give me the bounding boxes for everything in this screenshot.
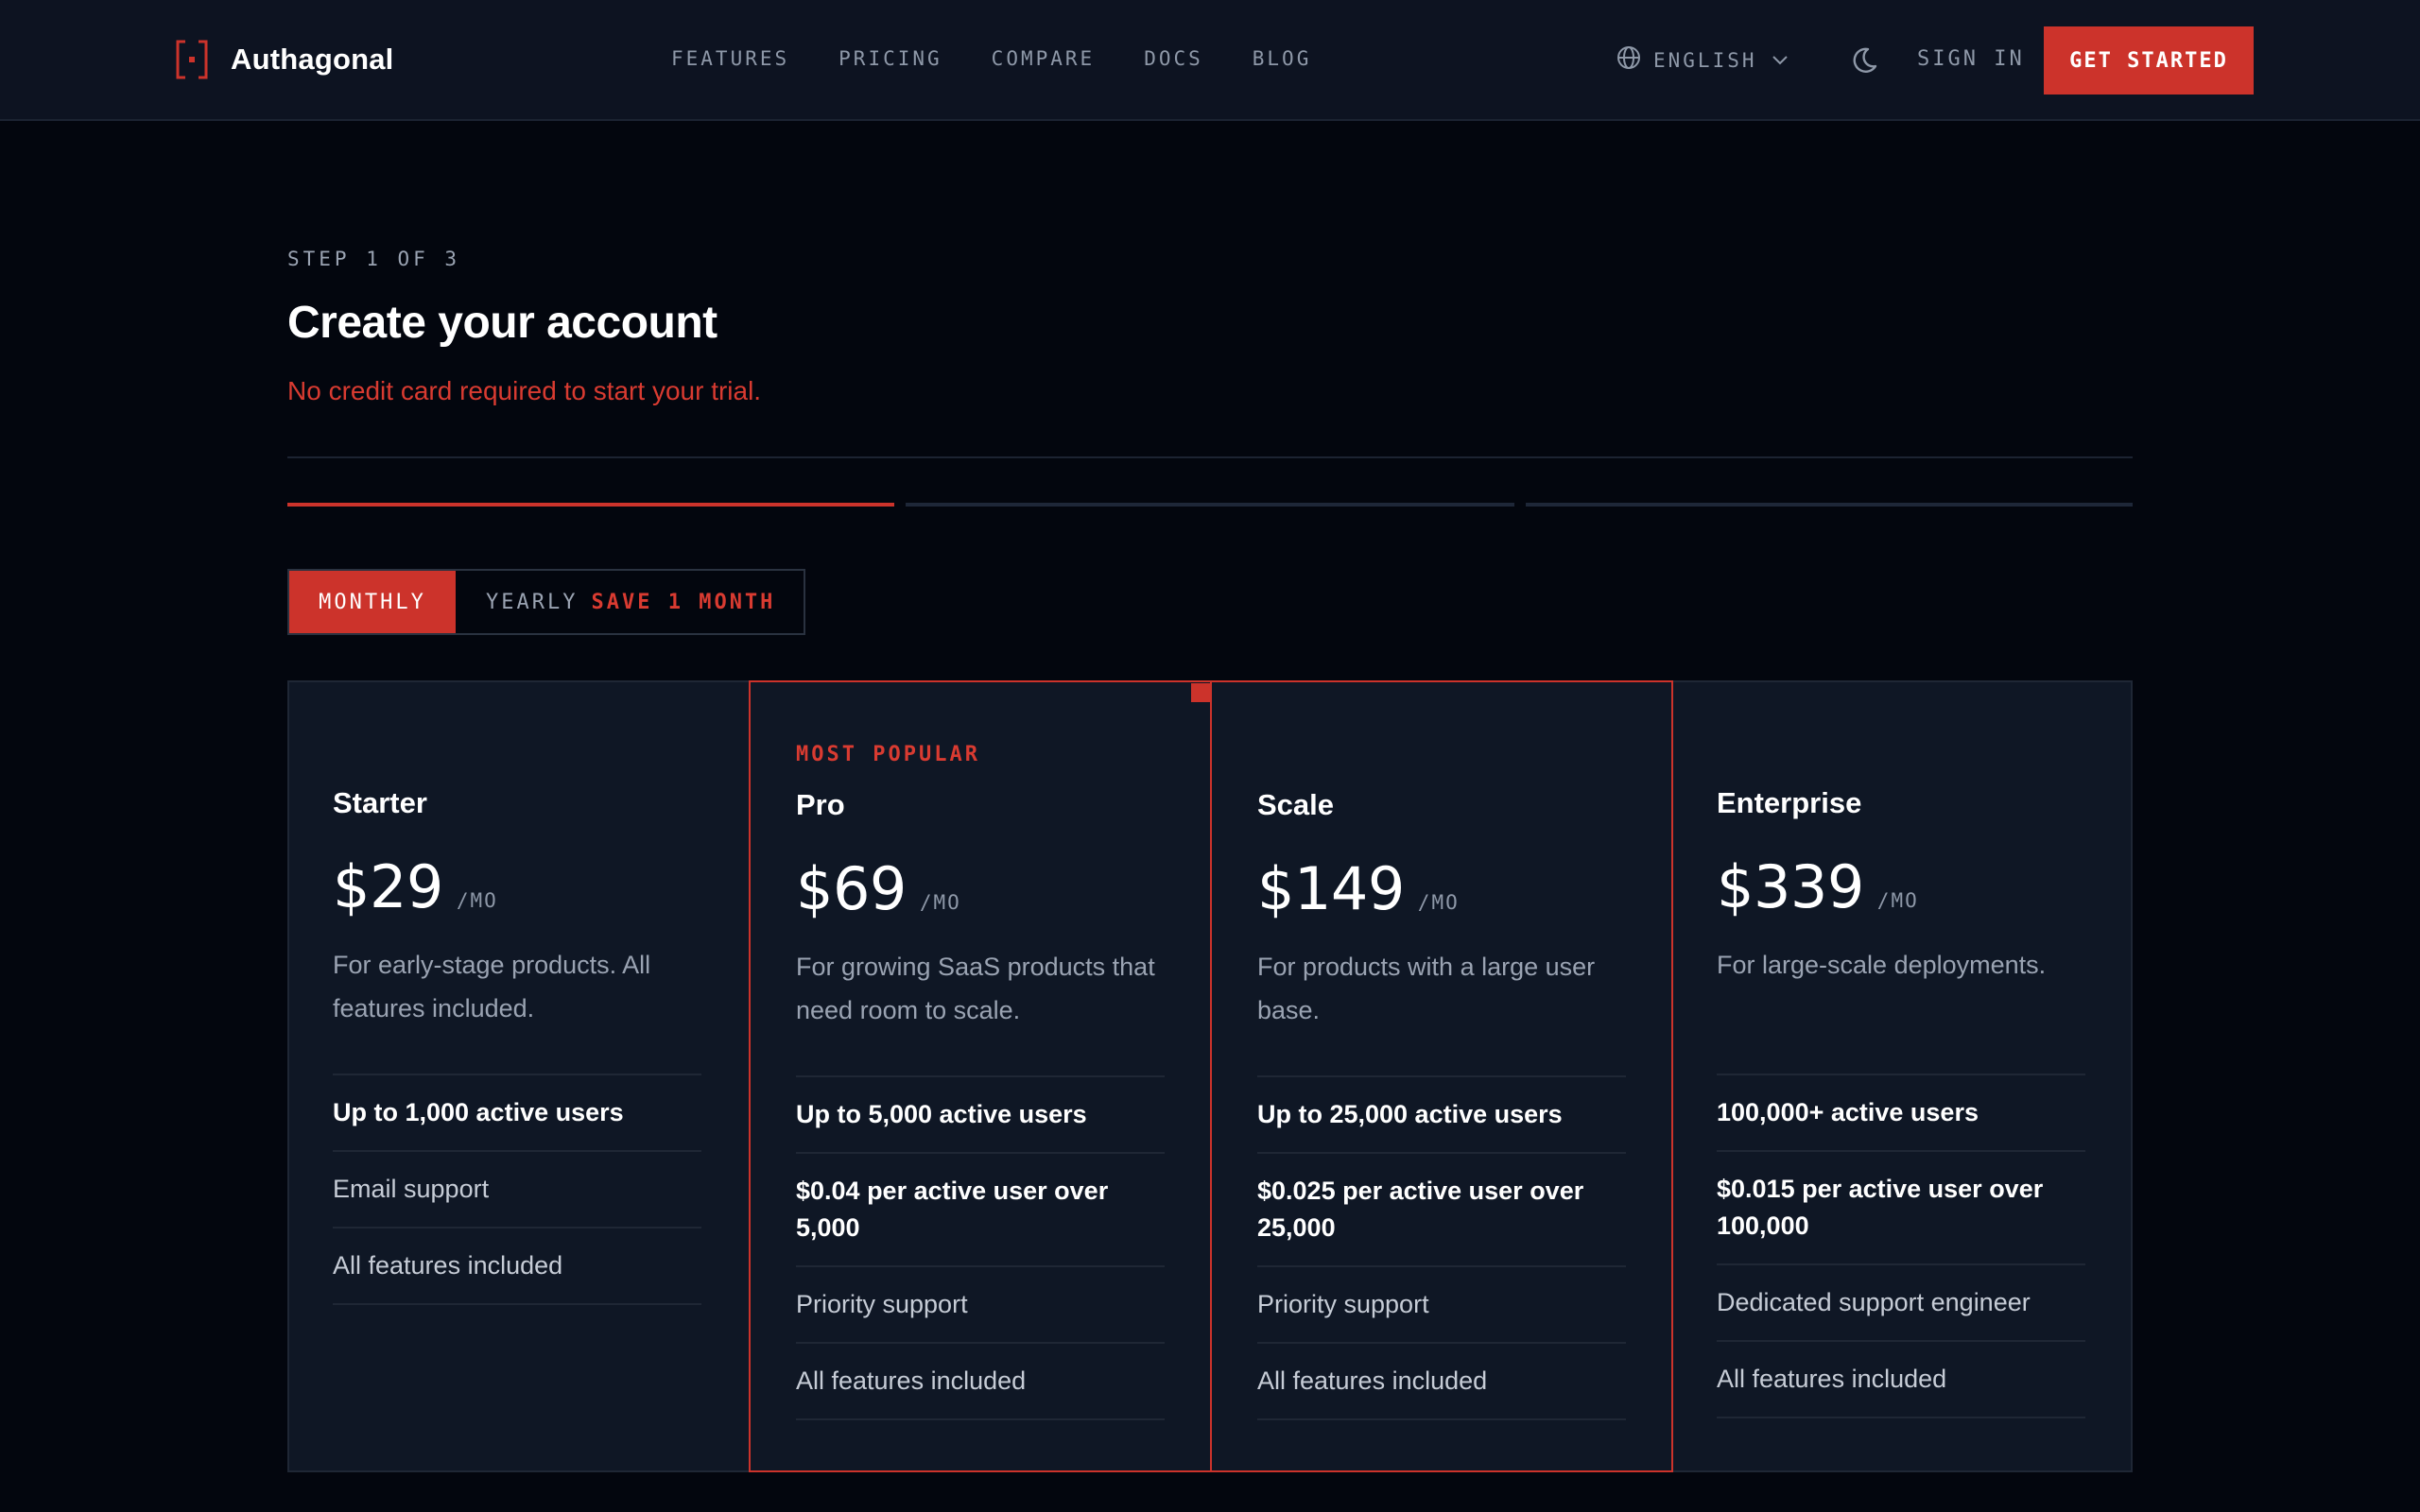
page-title: Create your account — [287, 298, 717, 348]
feature-item: Up to 5,000 active users — [796, 1077, 1165, 1154]
progress-step-1-active — [287, 503, 894, 507]
globe-icon — [1616, 44, 1642, 76]
logo-mark-icon — [176, 40, 208, 79]
plan-card-starter[interactable]: Starter $29 /MO For early-stage products… — [287, 680, 749, 1472]
feature-list: 100,000+ active users $0.015 per active … — [1717, 1074, 2085, 1418]
section-divider — [287, 456, 2133, 458]
main-nav: FEATURES PRICING COMPARE DOCS BLOG — [671, 47, 1360, 70]
yearly-save-badge: SAVE 1 MONTH — [591, 590, 776, 614]
nav-features[interactable]: FEATURES — [671, 47, 789, 70]
price-period: /MO — [1417, 891, 1460, 914]
pricing-plans: Starter $29 /MO For early-stage products… — [287, 680, 2133, 1472]
step-indicator: STEP 1 OF 3 — [287, 248, 461, 270]
nav-pricing[interactable]: PRICING — [838, 47, 942, 70]
feature-item: Up to 1,000 active users — [333, 1075, 701, 1152]
feature-item: Priority support — [796, 1267, 1165, 1344]
price-period: /MO — [1876, 889, 1919, 912]
feature-item: All features included — [333, 1228, 701, 1305]
price-amount: $339 — [1717, 852, 1864, 921]
plan-price: $69 /MO — [796, 854, 961, 923]
plan-description: For products with a large user base. — [1257, 953, 1596, 1024]
plan-name: Pro — [796, 788, 845, 821]
featured-corner-marker — [1191, 683, 1212, 702]
chevron-down-icon — [1771, 49, 1789, 72]
plan-price: $29 /MO — [333, 852, 498, 921]
feature-item: All features included — [1717, 1342, 2085, 1418]
feature-item: Email support — [333, 1152, 701, 1228]
top-navigation-bar: Authagonal FEATURES PRICING COMPARE DOCS… — [0, 0, 2420, 121]
feature-list: Up to 5,000 active users $0.04 per activ… — [796, 1075, 1165, 1420]
nav-compare[interactable]: COMPARE — [992, 47, 1096, 70]
plan-name: Enterprise — [1717, 786, 1862, 819]
yearly-label: YEARLY — [486, 590, 579, 614]
plan-description: For growing SaaS products that need room… — [796, 953, 1155, 1024]
feature-item: $0.04 per active user over 5,000 — [796, 1154, 1165, 1267]
price-amount: $69 — [796, 854, 907, 923]
plan-card-enterprise[interactable]: Enterprise $339 /MO For large-scale depl… — [1671, 680, 2133, 1472]
feature-item: $0.015 per active user over 100,000 — [1717, 1152, 2085, 1265]
nav-blog[interactable]: BLOG — [1253, 47, 1312, 70]
language-selector[interactable]: ENGLISH — [1616, 44, 1789, 76]
plan-card-pro[interactable]: MOST POPULAR Pro $69 /MO For growing Saa… — [749, 680, 1212, 1472]
feature-item: $0.025 per active user over 25,000 — [1257, 1154, 1626, 1267]
billing-monthly-option[interactable]: MONTHLY — [289, 571, 456, 633]
plan-name: Scale — [1257, 788, 1335, 821]
plan-card-scale[interactable]: Scale $149 /MO For products with a large… — [1210, 680, 1673, 1472]
feature-item: All features included — [796, 1344, 1165, 1420]
brand-name: Authagonal — [231, 43, 394, 76]
price-amount: $149 — [1257, 854, 1405, 923]
plan-name: Starter — [333, 786, 427, 819]
billing-yearly-option[interactable]: YEARLY SAVE 1 MONTH — [456, 571, 804, 633]
page-subtitle: No credit card required to start your tr… — [287, 376, 762, 405]
feature-item: Priority support — [1257, 1267, 1626, 1344]
plan-price: $149 /MO — [1257, 854, 1460, 923]
progress-step-2 — [906, 503, 1514, 507]
price-period: /MO — [456, 889, 498, 912]
brand-logo[interactable]: Authagonal — [176, 38, 394, 81]
theme-toggle-moon-icon[interactable] — [1849, 45, 1879, 80]
plan-description: For early-stage products. All features i… — [333, 951, 651, 1022]
get-started-button[interactable]: GET STARTED — [2044, 26, 2254, 94]
language-label: ENGLISH — [1653, 48, 1757, 72]
most-popular-badge: MOST POPULAR — [796, 743, 980, 766]
feature-item: All features included — [1257, 1344, 1626, 1420]
billing-period-toggle: MONTHLY YEARLY SAVE 1 MONTH — [287, 569, 806, 635]
plan-price: $339 /MO — [1717, 852, 1919, 921]
price-amount: $29 — [333, 852, 443, 921]
sign-in-link[interactable]: SIGN IN — [1917, 47, 2025, 71]
feature-list: Up to 25,000 active users $0.025 per act… — [1257, 1075, 1626, 1420]
price-period: /MO — [919, 891, 961, 914]
feature-list: Up to 1,000 active users Email support A… — [333, 1074, 701, 1305]
feature-item: 100,000+ active users — [1717, 1075, 2085, 1152]
progress-step-3 — [1526, 503, 2133, 507]
feature-item: Up to 25,000 active users — [1257, 1077, 1626, 1154]
nav-docs[interactable]: DOCS — [1144, 47, 1203, 70]
plan-description: For large-scale deployments. — [1717, 951, 2047, 979]
feature-item: Dedicated support engineer — [1717, 1265, 2085, 1342]
